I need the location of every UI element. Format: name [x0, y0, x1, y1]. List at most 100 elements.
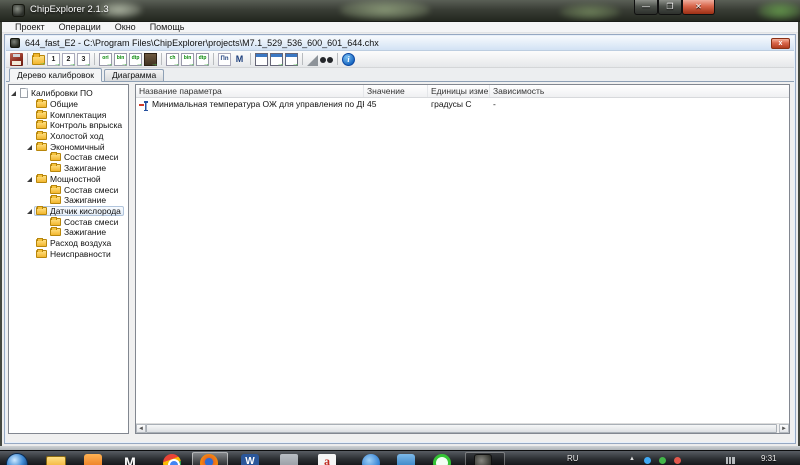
new-window-button[interactable] — [255, 53, 268, 66]
cell-units: градусы C — [428, 98, 490, 111]
expander-icon[interactable] — [27, 176, 33, 182]
tree-item-oxygen-mixture[interactable]: Состав смеси — [9, 216, 128, 227]
taskbar-chipexplorer-icon[interactable] — [474, 454, 492, 465]
calibration-tree: Калибровки ПООбщиеКомплектацияКонтроль в… — [9, 85, 128, 259]
expander-spacer — [27, 133, 33, 139]
tree-item-label: Холостой ход — [50, 131, 103, 141]
tree-item-oxygen-sensor[interactable]: Датчик кислорода — [9, 206, 128, 217]
tree-item-label: Состав смеси — [64, 152, 118, 162]
title-bar: ChipExplorer 2.1.3 — ❐ ✕ — [0, 0, 800, 22]
expander-icon[interactable] — [11, 90, 17, 96]
tray-language-indicator[interactable]: RU — [567, 454, 579, 463]
tree-item-general[interactable]: Общие — [9, 99, 128, 110]
tree-row-core: Состав смеси — [48, 184, 121, 195]
column-header-3[interactable]: Зависимость — [490, 85, 790, 97]
toolbar-icon-label: Пn — [219, 54, 230, 65]
search-button[interactable] — [320, 53, 333, 66]
load-slot-2-button[interactable]: 2→ — [62, 53, 75, 66]
save-button[interactable] — [10, 53, 23, 66]
tree-item-power[interactable]: Мощностной — [9, 174, 128, 185]
tab-diagram[interactable]: Диаграмма — [104, 69, 164, 81]
merge-button[interactable]: M — [233, 53, 246, 66]
tree-item-injection-control[interactable]: Контроль впрыска — [9, 120, 128, 131]
import-dtp-button[interactable]: dtp→ — [129, 53, 142, 66]
compare-button[interactable]: Пn — [218, 53, 231, 66]
folder-icon — [50, 153, 61, 161]
export-bin-button[interactable]: bin→ — [181, 53, 194, 66]
import-bin-button[interactable]: bin→ — [114, 53, 127, 66]
tree-item-calibrations-root[interactable]: Калибровки ПО — [9, 88, 128, 99]
window-import-button[interactable]: → — [270, 53, 283, 66]
taskbar-app-gray-icon[interactable] — [280, 454, 298, 465]
load-slot-3-button[interactable]: 3→ — [77, 53, 90, 66]
taskbar-mail-icon[interactable]: M — [121, 454, 139, 465]
taskbar-chrome-icon[interactable] — [163, 454, 181, 465]
document-close-button[interactable]: x — [771, 38, 790, 49]
column-header-1[interactable]: Значение — [364, 85, 428, 97]
document-title-bar[interactable]: 644_fast_E2 - C:\Program Files\ChipExplo… — [6, 36, 794, 51]
scroll-right-button[interactable]: ► — [779, 424, 789, 433]
tree-item-idle[interactable]: Холостой ход — [9, 131, 128, 142]
tree-item-economy[interactable]: Экономичный — [9, 141, 128, 152]
tree-item-economy-ignition[interactable]: Зажигание — [9, 163, 128, 174]
tray-red-icon[interactable] — [674, 457, 681, 464]
green-arrow-icon: → — [173, 61, 180, 68]
taskbar-app-blue-icon[interactable] — [362, 454, 380, 465]
tree-item-power-mixture[interactable]: Состав смеси — [9, 184, 128, 195]
taskbar-explorer-icon[interactable] — [46, 456, 66, 465]
tree-item-configuration[interactable]: Комплектация — [9, 109, 128, 120]
about-button[interactable]: i — [342, 53, 355, 66]
toolbar-icon-label: i — [343, 54, 354, 66]
table-row[interactable]: Минимальная температура ОЖ для управлени… — [136, 98, 789, 111]
horizontal-scrollbar[interactable]: ◄ ► — [136, 423, 789, 433]
minimize-button[interactable]: — — [634, 0, 658, 15]
taskbar-start-button[interactable] — [6, 453, 28, 465]
folder-icon — [36, 207, 47, 215]
expander-spacer — [41, 165, 47, 171]
import-ori-button[interactable]: ori→ — [99, 53, 112, 66]
tree-item-power-ignition[interactable]: Зажигание — [9, 195, 128, 206]
window-export-button[interactable]: → — [285, 53, 298, 66]
menu-window[interactable]: Окно — [108, 22, 143, 33]
parameter-name-label: Минимальная температура ОЖ для управлени… — [152, 98, 364, 111]
expander-icon[interactable] — [27, 144, 33, 150]
close-button[interactable]: ✕ — [682, 0, 715, 15]
tab-calibration-tree[interactable]: Дерево калибровок — [9, 68, 102, 82]
column-header-2[interactable]: Единицы изме... — [428, 85, 490, 97]
tray-expand-icon[interactable]: ▲ — [629, 456, 635, 462]
cell-parameter-name: Минимальная температура ОЖ для управлени… — [136, 98, 364, 111]
tray-network-icon[interactable] — [726, 457, 735, 464]
tray-green-icon[interactable] — [659, 457, 666, 464]
tree-item-air-flow[interactable]: Расход воздуха — [9, 238, 128, 249]
column-header-0[interactable]: Название параметра — [136, 85, 364, 97]
load-slot-1-button[interactable]: 1→ — [47, 53, 60, 66]
taskbar-firefox-icon[interactable] — [200, 454, 218, 465]
expander-icon[interactable] — [27, 208, 33, 214]
tray-blue-icon[interactable] — [644, 457, 651, 464]
scrollbar-thumb[interactable] — [146, 424, 777, 433]
tree-row-core: Датчик кислорода — [34, 206, 124, 217]
export-ch-button[interactable]: ch→ — [166, 53, 179, 66]
taskbar-app-blue2-icon[interactable] — [397, 454, 415, 465]
taskbar-word-icon[interactable]: W — [241, 454, 259, 465]
read-chip-button[interactable]: → — [144, 53, 157, 66]
tree-item-economy-mixture[interactable]: Состав смеси — [9, 152, 128, 163]
diagram-button[interactable] — [307, 55, 318, 66]
maximize-button[interactable]: ❐ — [658, 0, 682, 15]
taskbar-eset-icon[interactable] — [433, 454, 451, 465]
taskbar-acrobat-icon[interactable]: a — [318, 454, 336, 465]
green-arrow-icon: → — [69, 61, 76, 68]
open-project-button[interactable]: → — [32, 55, 45, 65]
scroll-left-button[interactable]: ◄ — [136, 424, 146, 433]
menu-project[interactable]: Проект — [8, 22, 52, 33]
tree-item-faults[interactable]: Неисправности — [9, 248, 128, 259]
menu-operations[interactable]: Операции — [52, 22, 108, 33]
tray-clock[interactable]: 9:31 — [761, 454, 777, 463]
tree-item-label: Состав смеси — [64, 185, 118, 195]
tree-row-core: Расход воздуха — [34, 238, 114, 249]
tree-item-oxygen-ignition[interactable]: Зажигание — [9, 227, 128, 238]
taskbar-app-orange-icon[interactable] — [84, 454, 102, 465]
export-dtp-button[interactable]: dtp→ — [196, 53, 209, 66]
menu-help[interactable]: Помощь — [143, 22, 192, 33]
toolbar-separator — [302, 53, 303, 65]
